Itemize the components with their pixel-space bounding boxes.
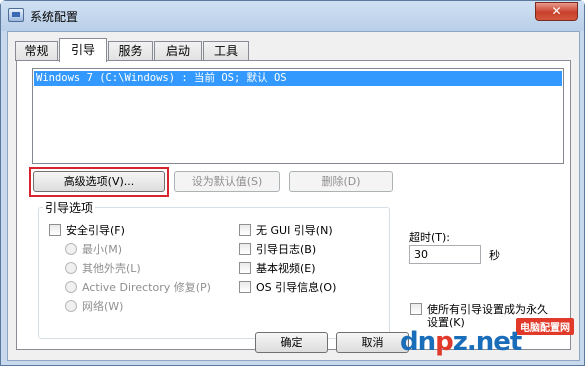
alternate-shell-label: 其他外壳(L) (82, 262, 141, 275)
window-title: 系统配置 (30, 10, 79, 24)
timeout-input[interactable]: 30 (409, 245, 481, 264)
timeout-label: 超时(T): (409, 231, 451, 244)
checkbox-icon (239, 281, 251, 293)
active-directory-label: Active Directory 修复(P) (82, 281, 211, 294)
os-boot-info-label: OS 引导信息(O) (256, 281, 337, 294)
tab-boot[interactable]: 引导 (59, 38, 107, 62)
set-default-button[interactable]: 设为默认值(S) (174, 171, 280, 192)
checkbox-icon (239, 224, 251, 236)
boot-options-label: 引导选项 (43, 199, 96, 216)
watermark-letter-n: n (417, 327, 436, 357)
dialog-client-area: 常规 引导 服务 启动 工具 Windows 7 (C:\Windows) : … (7, 31, 580, 361)
boot-tab-panel: Windows 7 (C:\Windows) : 当前 OS; 默认 OS 高级… (16, 60, 571, 350)
close-icon: ✕ (551, 4, 562, 18)
tab-services[interactable]: 服务 (108, 41, 153, 61)
watermark-brand: dnpz.net (400, 327, 522, 357)
watermark-tld: .net (466, 327, 522, 357)
cancel-button[interactable]: 取消 (336, 332, 409, 353)
base-video-label: 基本视频(E) (256, 262, 316, 275)
timeout-unit: 秒 (489, 249, 500, 262)
boot-os-list[interactable]: Windows 7 (C:\Windows) : 当前 OS; 默认 OS (32, 68, 564, 164)
watermark-letter-p: p (435, 327, 454, 357)
site-watermark-logo: 电脑配置网 dnpz.net (400, 316, 578, 362)
boot-os-entry[interactable]: Windows 7 (C:\Windows) : 当前 OS; 默认 OS (34, 71, 562, 86)
checkbox-icon (410, 303, 422, 315)
watermark-letter-z: z (452, 327, 468, 357)
radio-icon (65, 262, 77, 274)
network-label: 网络(W) (82, 300, 124, 313)
radio-icon (65, 243, 77, 255)
tab-tools[interactable]: 工具 (203, 41, 249, 61)
checkbox-icon (49, 224, 61, 236)
safe-boot-label: 安全引导(F) (66, 224, 125, 237)
advanced-options-button[interactable]: 高级选项(V)... (33, 171, 165, 192)
tab-general[interactable]: 常规 (15, 41, 58, 61)
radio-icon (65, 300, 77, 312)
watermark-tag: 电脑配置网 (516, 318, 574, 335)
watermark-letter-d: d (400, 327, 419, 357)
radio-icon (65, 281, 77, 293)
tab-startup[interactable]: 启动 (154, 41, 202, 61)
minimal-label: 最小(M) (82, 243, 123, 256)
delete-button[interactable]: 删除(D) (289, 171, 393, 192)
close-button[interactable]: ✕ (535, 2, 578, 21)
app-icon (8, 8, 24, 22)
system-config-window: 系统配置 ✕ 常规 引导 服务 启动 工具 Windows 7 (C:\Wind… (0, 0, 585, 366)
checkbox-icon (239, 262, 251, 274)
title-bar[interactable]: 系统配置 ✕ (1, 1, 584, 31)
no-gui-boot-label: 无 GUI 引导(N) (256, 224, 333, 237)
checkbox-icon (239, 243, 251, 255)
ok-button[interactable]: 确定 (255, 332, 328, 353)
boot-log-label: 引导日志(B) (256, 243, 317, 256)
